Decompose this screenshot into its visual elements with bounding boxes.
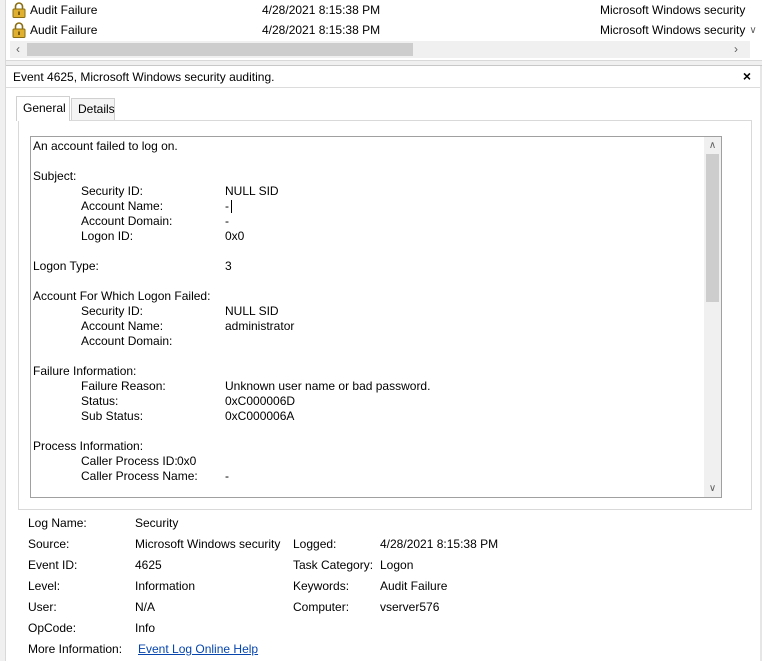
- section-heading: Failure Information:: [33, 364, 137, 378]
- chevron-left-icon[interactable]: ‹: [10, 41, 26, 58]
- event-detail-header: Event 4625, Microsoft Windows security a…: [6, 66, 760, 88]
- event-list: Audit Failure 4/28/2021 8:15:38 PM Micro…: [10, 0, 762, 40]
- description-intro: An account failed to log on.: [33, 139, 178, 153]
- event-list-horizontal-scrollbar[interactable]: ‹ ›: [10, 41, 750, 58]
- scrollbar-thumb[interactable]: [27, 43, 413, 56]
- opcode-value: Info: [135, 621, 156, 635]
- keywords-value: Audit Failure: [380, 579, 448, 593]
- user-label: User:: [28, 600, 57, 614]
- event-source: Microsoft Windows security: [600, 23, 746, 37]
- opcode-label: OpCode:: [28, 621, 77, 635]
- text-caret: [231, 200, 232, 214]
- event-properties: Log Name: Security Source: Microsoft Win…: [28, 514, 748, 661]
- close-icon[interactable]: ×: [740, 68, 754, 84]
- left-pane-edge: [0, 0, 6, 661]
- description-vertical-scrollbar[interactable]: ∧ ∨: [704, 137, 721, 497]
- section-heading: Subject:: [33, 169, 77, 183]
- chevron-up-icon[interactable]: ∧: [704, 137, 721, 154]
- event-level: Audit Failure: [30, 23, 98, 37]
- source-label: Source:: [28, 537, 70, 551]
- section-heading: Process Information:: [33, 439, 144, 453]
- event-date: 4/28/2021 8:15:38 PM: [262, 3, 381, 17]
- event-detail-title: Event 4625, Microsoft Windows security a…: [13, 70, 275, 84]
- audit-failure-lock-icon: [12, 2, 26, 18]
- more-information-label: More Information:: [28, 642, 123, 656]
- field-row: Logon Type: 3: [33, 259, 232, 273]
- log-name-value: Security: [135, 516, 179, 530]
- scrollbar-thumb[interactable]: [706, 154, 719, 302]
- tab-general[interactable]: General: [16, 96, 70, 121]
- level-value: Information: [135, 579, 196, 593]
- event-source: Microsoft Windows security: [600, 3, 746, 17]
- chevron-down-icon[interactable]: ∨: [704, 480, 721, 497]
- logged-label: Logged:: [293, 537, 337, 551]
- computer-value: vserver576: [380, 600, 440, 614]
- event-row[interactable]: Audit Failure 4/28/2021 8:15:38 PM Micro…: [10, 0, 750, 20]
- logged-value: 4/28/2021 8:15:38 PM: [380, 537, 499, 551]
- event-level: Audit Failure: [30, 3, 98, 17]
- event-date: 4/28/2021 8:15:38 PM: [262, 23, 381, 37]
- section-heading: Account For Which Logon Failed:: [33, 289, 211, 303]
- audit-failure-lock-icon: [12, 22, 26, 38]
- chevron-right-icon[interactable]: ›: [728, 41, 744, 58]
- user-value: N/A: [135, 600, 156, 614]
- tab-details[interactable]: Details: [71, 98, 115, 120]
- level-label: Level:: [28, 579, 61, 593]
- task-category-value: Logon: [380, 558, 414, 572]
- source-value: Microsoft Windows security: [135, 537, 281, 551]
- event-id-label: Event ID:: [28, 558, 78, 572]
- chevron-down-icon[interactable]: ∨: [748, 24, 758, 38]
- event-log-online-help-link[interactable]: Event Log Online Help: [138, 640, 258, 658]
- computer-label: Computer:: [293, 600, 350, 614]
- keywords-label: Keywords:: [293, 579, 350, 593]
- event-description-textbox[interactable]: An account failed to log on. Subject: Se…: [30, 136, 722, 498]
- event-id-value: 4625: [135, 558, 162, 572]
- event-row[interactable]: Audit Failure 4/28/2021 8:15:38 PM Micro…: [10, 20, 750, 40]
- task-category-label: Task Category:: [293, 558, 374, 572]
- log-name-label: Log Name:: [28, 516, 87, 530]
